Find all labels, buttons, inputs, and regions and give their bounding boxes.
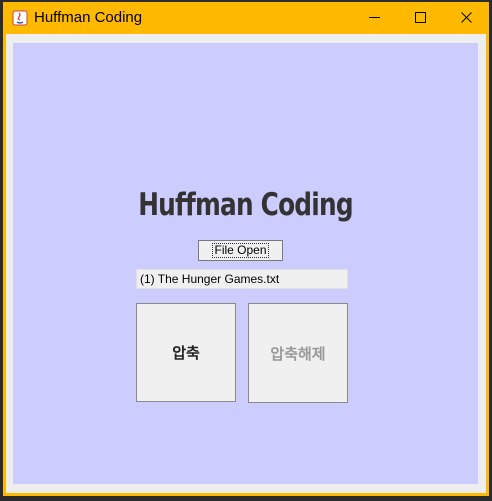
- minimize-icon: [368, 16, 380, 18]
- maximize-icon: [414, 11, 426, 23]
- minimize-button[interactable]: [351, 2, 397, 32]
- file-open-label: File Open: [212, 243, 269, 258]
- app-window: Huffman Coding Huffman Coding File Open …: [3, 2, 489, 496]
- app-heading: Huffman Coding: [138, 187, 353, 223]
- close-icon: [460, 11, 472, 23]
- filename-field[interactable]: (1) The Hunger Games.txt: [136, 269, 348, 289]
- main-panel: Huffman Coding File Open (1) The Hunger …: [13, 43, 478, 484]
- java-icon: [12, 10, 28, 26]
- title-bar[interactable]: Huffman Coding: [3, 2, 489, 32]
- window-content: Huffman Coding File Open (1) The Hunger …: [6, 34, 486, 493]
- file-open-button[interactable]: File Open: [198, 240, 283, 261]
- compress-button[interactable]: 압축: [136, 303, 236, 402]
- maximize-button[interactable]: [397, 2, 443, 32]
- window-title: Huffman Coding: [34, 9, 143, 26]
- decompress-button[interactable]: 압축해제: [248, 303, 348, 403]
- close-button[interactable]: [443, 2, 489, 32]
